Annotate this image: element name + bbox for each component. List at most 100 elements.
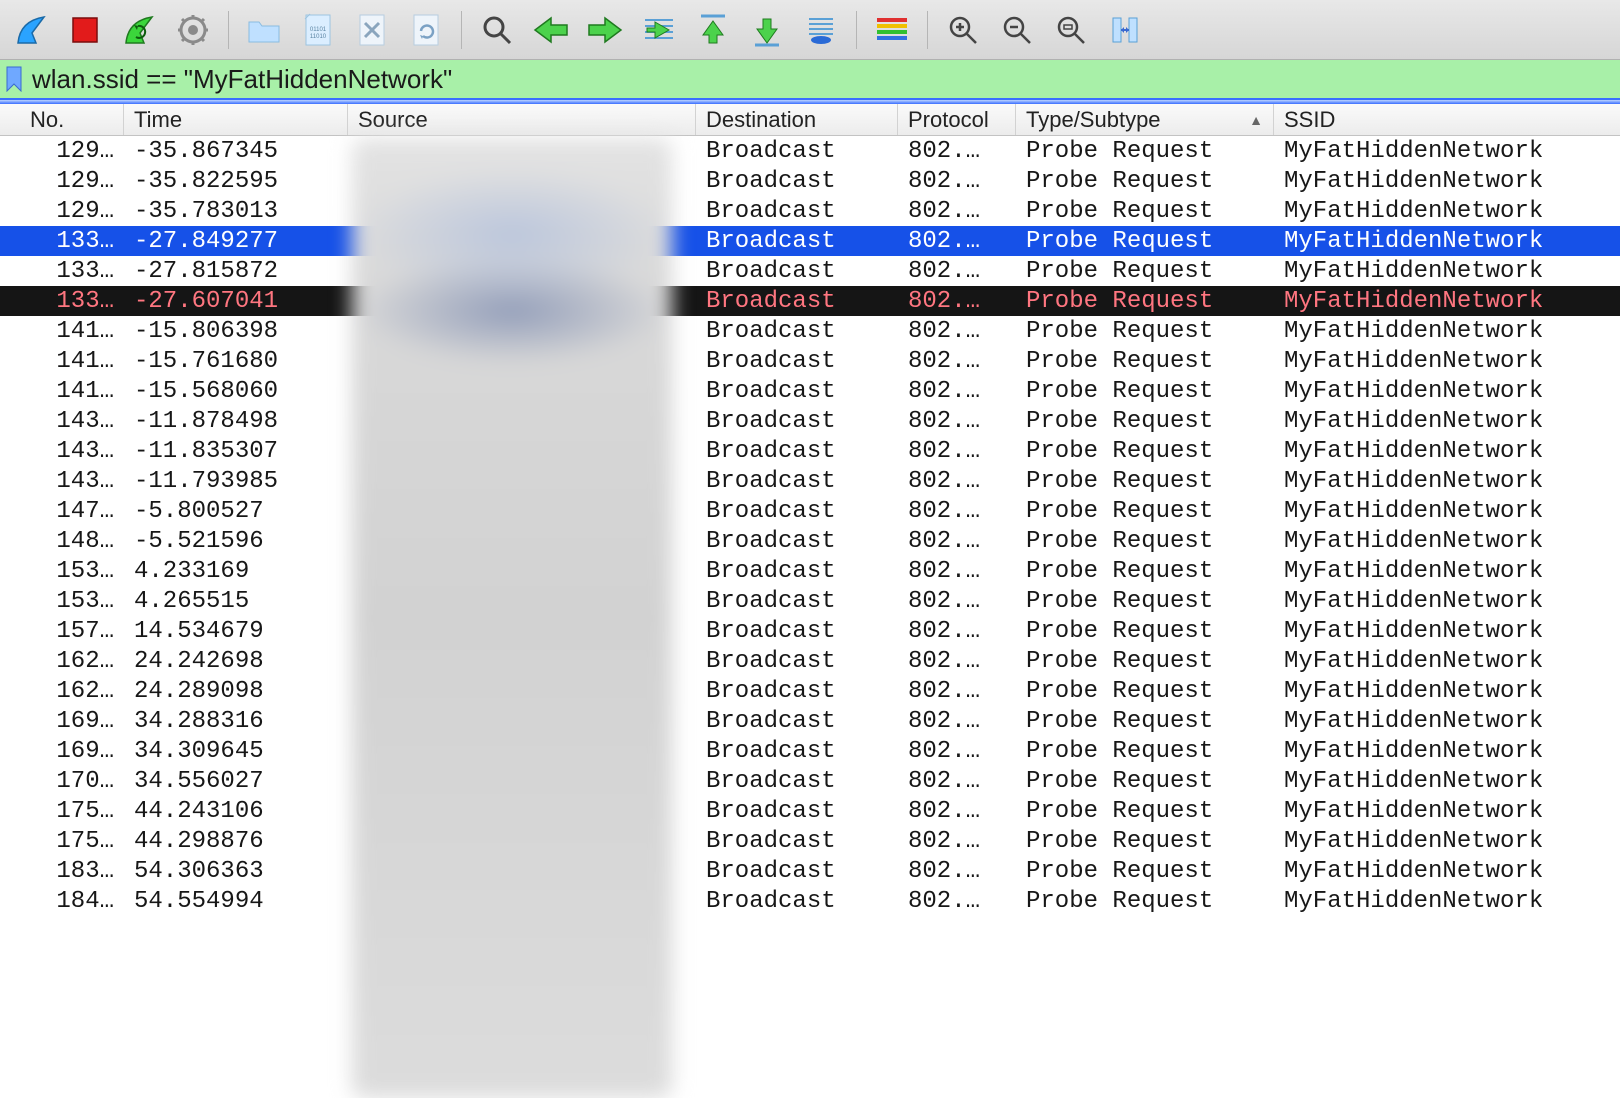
col-header-time[interactable]: Time xyxy=(124,104,348,135)
colorize-button[interactable] xyxy=(867,7,917,53)
close-file-button[interactable] xyxy=(347,7,397,53)
cell-dst: Broadcast xyxy=(696,228,898,255)
packet-row[interactable]: 153…4.265515Broadcast802.…Probe RequestM… xyxy=(0,586,1620,616)
packet-row[interactable]: 143…-11.835307Broadcast802.…Probe Reques… xyxy=(0,436,1620,466)
cell-type: Probe Request xyxy=(1016,318,1274,345)
cell-dst: Broadcast xyxy=(696,648,898,675)
cell-ssid: MyFatHiddenNetwork xyxy=(1274,288,1620,315)
col-label: Time xyxy=(134,107,182,133)
col-label: Source xyxy=(358,107,428,133)
cell-ssid: MyFatHiddenNetwork xyxy=(1274,258,1620,285)
packet-row[interactable]: 133…-27.815872Broadcast802.…Probe Reques… xyxy=(0,256,1620,286)
packet-row[interactable]: 175…44.243106Broadcast802.…Probe Request… xyxy=(0,796,1620,826)
packet-row[interactable]: 170…34.556027Broadcast802.…Probe Request… xyxy=(0,766,1620,796)
toolbar-separator xyxy=(927,11,928,49)
packet-row[interactable]: 183…54.306363Broadcast802.…Probe Request… xyxy=(0,856,1620,886)
goto-last-packet-button[interactable] xyxy=(742,7,792,53)
cell-no: 184… xyxy=(0,888,124,915)
goto-packet-button[interactable] xyxy=(634,7,684,53)
packet-row[interactable]: 147…-5.800527Broadcast802.…Probe Request… xyxy=(0,496,1620,526)
bookmark-icon[interactable] xyxy=(2,63,26,95)
display-filter-bar xyxy=(0,60,1620,100)
cell-time: -27.849277 xyxy=(124,228,348,255)
col-header-source[interactable]: Source xyxy=(348,104,696,135)
packet-row[interactable]: 143…-11.793985Broadcast802.…Probe Reques… xyxy=(0,466,1620,496)
svg-text:01101: 01101 xyxy=(310,27,327,33)
packet-row[interactable]: 129…-35.867345Broadcast802.…Probe Reques… xyxy=(0,136,1620,166)
packet-row[interactable]: 148…-5.521596Broadcast802.…Probe Request… xyxy=(0,526,1620,556)
stop-capture-button[interactable] xyxy=(60,7,110,53)
cell-proto: 802.… xyxy=(898,228,1016,255)
go-forward-button[interactable] xyxy=(580,7,630,53)
packet-row[interactable]: 153…4.233169Broadcast802.…Probe RequestM… xyxy=(0,556,1620,586)
cell-dst: Broadcast xyxy=(696,828,898,855)
autoscroll-button[interactable] xyxy=(796,7,846,53)
packet-row[interactable]: 133…-27.849277Broadcast802.…Probe Reques… xyxy=(0,226,1620,256)
cell-proto: 802.… xyxy=(898,648,1016,675)
col-label: Destination xyxy=(706,107,816,133)
packet-row[interactable]: 133…-27.607041Broadcast802.…Probe Reques… xyxy=(0,286,1620,316)
packet-row[interactable]: 141…-15.761680Broadcast802.…Probe Reques… xyxy=(0,346,1620,376)
reload-file-button[interactable] xyxy=(401,7,451,53)
cell-dst: Broadcast xyxy=(696,678,898,705)
cell-type: Probe Request xyxy=(1016,198,1274,225)
col-header-no[interactable]: No. xyxy=(0,104,124,135)
cell-ssid: MyFatHiddenNetwork xyxy=(1274,888,1620,915)
cell-ssid: MyFatHiddenNetwork xyxy=(1274,528,1620,555)
cell-dst: Broadcast xyxy=(696,798,898,825)
packet-list[interactable]: 129…-35.867345Broadcast802.…Probe Reques… xyxy=(0,136,1620,916)
cell-no: 129… xyxy=(0,138,124,165)
packet-row[interactable]: 184…54.554994Broadcast802.…Probe Request… xyxy=(0,886,1620,916)
packet-row[interactable]: 157…14.534679Broadcast802.…Probe Request… xyxy=(0,616,1620,646)
cell-dst: Broadcast xyxy=(696,768,898,795)
cell-no: 141… xyxy=(0,318,124,345)
go-back-button[interactable] xyxy=(526,7,576,53)
restart-capture-button[interactable] xyxy=(114,7,164,53)
cell-time: 44.298876 xyxy=(124,828,348,855)
packet-row[interactable]: 175…44.298876Broadcast802.…Probe Request… xyxy=(0,826,1620,856)
packet-row[interactable]: 169…34.288316Broadcast802.…Probe Request… xyxy=(0,706,1620,736)
zoom-out-button[interactable] xyxy=(992,7,1042,53)
cell-time: -15.568060 xyxy=(124,378,348,405)
packet-row[interactable]: 129…-35.822595Broadcast802.…Probe Reques… xyxy=(0,166,1620,196)
packet-row[interactable]: 162…24.289098Broadcast802.…Probe Request… xyxy=(0,676,1620,706)
cell-proto: 802.… xyxy=(898,858,1016,885)
goto-first-packet-button[interactable] xyxy=(688,7,738,53)
cell-time: -11.793985 xyxy=(124,468,348,495)
cell-type: Probe Request xyxy=(1016,828,1274,855)
cell-proto: 802.… xyxy=(898,708,1016,735)
cell-ssid: MyFatHiddenNetwork xyxy=(1274,678,1620,705)
shark-fin-icon[interactable] xyxy=(6,7,56,53)
cell-time: -15.761680 xyxy=(124,348,348,375)
display-filter-input[interactable] xyxy=(32,64,1620,95)
zoom-in-button[interactable] xyxy=(938,7,988,53)
cell-dst: Broadcast xyxy=(696,558,898,585)
cell-type: Probe Request xyxy=(1016,858,1274,885)
packet-row[interactable]: 169…34.309645Broadcast802.…Probe Request… xyxy=(0,736,1620,766)
capture-options-button[interactable] xyxy=(168,7,218,53)
cell-time: -35.783013 xyxy=(124,198,348,225)
col-header-ssid[interactable]: SSID xyxy=(1274,104,1620,135)
cell-type: Probe Request xyxy=(1016,558,1274,585)
packet-list-header: No. Time Source Destination Protocol Typ… xyxy=(0,104,1620,136)
col-header-dest[interactable]: Destination xyxy=(696,104,898,135)
find-packet-button[interactable] xyxy=(472,7,522,53)
packet-row[interactable]: 141…-15.806398Broadcast802.…Probe Reques… xyxy=(0,316,1620,346)
zoom-reset-button[interactable] xyxy=(1046,7,1096,53)
cell-dst: Broadcast xyxy=(696,858,898,885)
col-header-protocol[interactable]: Protocol xyxy=(898,104,1016,135)
col-header-type[interactable]: Type/Subtype▲ xyxy=(1016,104,1274,135)
save-file-button[interactable]: 0110111010 xyxy=(293,7,343,53)
packet-row[interactable]: 141…-15.568060Broadcast802.…Probe Reques… xyxy=(0,376,1620,406)
cell-dst: Broadcast xyxy=(696,528,898,555)
cell-no: 183… xyxy=(0,858,124,885)
cell-type: Probe Request xyxy=(1016,348,1274,375)
open-file-button[interactable] xyxy=(239,7,289,53)
packet-row[interactable]: 129…-35.783013Broadcast802.…Probe Reques… xyxy=(0,196,1620,226)
packet-row[interactable]: 162…24.242698Broadcast802.…Probe Request… xyxy=(0,646,1620,676)
cell-dst: Broadcast xyxy=(696,138,898,165)
resize-columns-button[interactable] xyxy=(1100,7,1150,53)
packet-row[interactable]: 143…-11.878498Broadcast802.…Probe Reques… xyxy=(0,406,1620,436)
cell-ssid: MyFatHiddenNetwork xyxy=(1274,648,1620,675)
cell-proto: 802.… xyxy=(898,828,1016,855)
